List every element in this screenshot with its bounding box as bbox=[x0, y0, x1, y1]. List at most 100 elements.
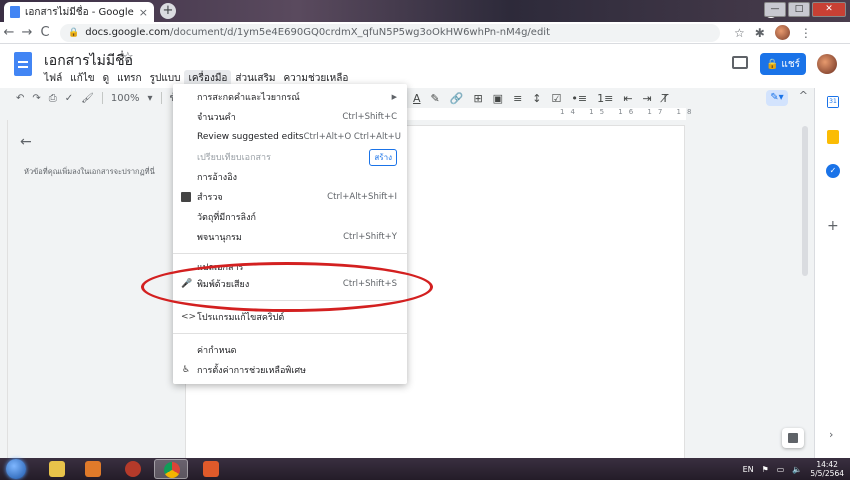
language-indicator[interactable]: EN bbox=[743, 465, 754, 474]
menu-item-dictionary[interactable]: พจนานุกรม Ctrl+Shift+Y bbox=[173, 227, 407, 247]
increase-indent-icon[interactable]: ⇥ bbox=[643, 92, 652, 105]
link-icon[interactable]: 🔗 bbox=[450, 92, 464, 105]
print-icon[interactable]: ⎙ bbox=[49, 93, 57, 104]
extensions-icon[interactable]: ✱ bbox=[755, 26, 765, 40]
vertical-ruler[interactable] bbox=[0, 120, 8, 458]
profile-avatar[interactable] bbox=[774, 25, 790, 40]
chevron-down-icon[interactable]: ▾ bbox=[147, 93, 152, 104]
menu-item-accessibility[interactable]: ♿ การตั้งค่าการช่วยเหลือพิเศษ bbox=[173, 360, 407, 380]
toolbar-divider bbox=[160, 92, 162, 104]
menu-item-label: แปลเอกสาร bbox=[197, 263, 244, 273]
outline-back-arrow-icon[interactable]: ← bbox=[20, 134, 32, 150]
star-icon[interactable]: ☆ bbox=[122, 50, 134, 65]
tab-close-icon[interactable]: × bbox=[139, 6, 148, 19]
menu-item-label: โปรแกรมแก้ไขสคริปต์ bbox=[197, 313, 285, 323]
menu-item-label: การอ้างอิง bbox=[197, 173, 237, 183]
menu-item-citations[interactable]: การอ้างอิง bbox=[173, 167, 407, 187]
insert-image-icon[interactable]: ▣ bbox=[493, 92, 503, 105]
keep-icon[interactable] bbox=[827, 130, 839, 144]
comment-history-icon[interactable] bbox=[732, 56, 748, 69]
bookmark-star-icon[interactable]: ☆ bbox=[734, 26, 745, 40]
menu-item-shortcut: Ctrl+Shift+Y bbox=[343, 232, 397, 242]
menu-item-word-count[interactable]: จำนวนคำ Ctrl+Shift+C bbox=[173, 107, 407, 127]
menu-divider bbox=[173, 333, 407, 334]
text-color-icon[interactable]: A bbox=[413, 92, 421, 105]
bullet-list-icon[interactable]: •≡ bbox=[571, 92, 587, 105]
highlight-icon[interactable]: ✎ bbox=[431, 92, 440, 105]
start-button[interactable] bbox=[6, 459, 26, 479]
menu-file[interactable]: ไฟล์ bbox=[40, 70, 66, 87]
decrease-indent-icon[interactable]: ⇤ bbox=[623, 92, 632, 105]
menu-divider bbox=[173, 253, 407, 254]
menu-item-script-editor[interactable]: <> โปรแกรมแก้ไขสคริปต์ bbox=[173, 307, 407, 327]
paint-format-icon[interactable]: 🖌 bbox=[81, 93, 94, 104]
tab-title: เอกสารไม่มีชื่อ - Google เอกสาร bbox=[25, 6, 135, 18]
document-scrollbar[interactable] bbox=[800, 126, 810, 276]
menu-view[interactable]: ดู bbox=[99, 70, 114, 87]
back-button[interactable]: ← bbox=[0, 25, 18, 40]
volume-icon[interactable]: 🔈 bbox=[792, 465, 802, 474]
account-avatar[interactable] bbox=[817, 54, 837, 74]
flag-icon[interactable]: ⚑ bbox=[762, 465, 769, 474]
browser-tab[interactable]: เอกสารไม่มีชื่อ - Google เอกสาร × bbox=[4, 2, 154, 22]
add-addon-icon[interactable]: + bbox=[827, 218, 839, 234]
taskbar-media-player[interactable] bbox=[76, 459, 110, 479]
window-maximize-button[interactable]: □ bbox=[788, 2, 810, 17]
menu-item-explore[interactable]: สำรวจ Ctrl+Alt+Shift+I bbox=[173, 187, 407, 207]
editing-mode-button[interactable]: ✎▾ bbox=[766, 90, 788, 106]
forward-button[interactable]: → bbox=[18, 25, 36, 40]
menu-item-shortcut: Ctrl+Shift+C bbox=[342, 112, 397, 122]
align-icon[interactable]: ≡ bbox=[513, 92, 522, 105]
menu-divider bbox=[173, 300, 407, 301]
menu-insert[interactable]: แทรก bbox=[113, 70, 145, 87]
toolbar-divider bbox=[101, 92, 103, 104]
add-comment-icon[interactable]: ⊞ bbox=[473, 92, 482, 105]
collapse-menu-icon[interactable]: ^ bbox=[799, 89, 808, 102]
undo-icon[interactable]: ↶ bbox=[16, 93, 24, 104]
taskbar-powerpoint[interactable] bbox=[194, 459, 228, 479]
submenu-arrow-icon: ▶ bbox=[391, 93, 397, 101]
checklist-icon[interactable]: ☑ bbox=[552, 92, 562, 105]
menu-edit[interactable]: แก้ไข bbox=[66, 70, 98, 87]
menu-item-linked-objects[interactable]: วัตถุที่มีการลิงก์ bbox=[173, 207, 407, 227]
calendar-icon[interactable] bbox=[827, 96, 839, 108]
spellcheck-icon[interactable]: ✓ bbox=[65, 93, 73, 104]
window-close-button[interactable]: ✕ bbox=[812, 2, 846, 17]
clock[interactable]: 14:42 5/5/2564 bbox=[810, 460, 844, 478]
redo-icon[interactable]: ↷ bbox=[32, 93, 40, 104]
menu-item-voice-typing[interactable]: 🎤 พิมพ์ด้วยเสียง Ctrl+Shift+S bbox=[173, 274, 407, 294]
menu-item-spelling[interactable]: การสะกดคำและไวยากรณ์ ▶ bbox=[173, 87, 407, 107]
share-button[interactable]: 🔒 แชร์ bbox=[760, 53, 806, 75]
browser-menu-icon[interactable]: ⋮ bbox=[800, 26, 812, 40]
taskbar-app[interactable] bbox=[116, 459, 150, 479]
clock-date: 5/5/2564 bbox=[810, 469, 844, 478]
folder-icon bbox=[49, 461, 65, 477]
line-spacing-icon[interactable]: ↕ bbox=[532, 92, 541, 105]
window-controls: — □ ✕ bbox=[764, 2, 846, 17]
taskbar-explorer[interactable] bbox=[40, 459, 74, 479]
menu-item-preferences[interactable]: ค่ากำหนด bbox=[173, 340, 407, 360]
menu-item-translate[interactable]: แปลเอกสาร bbox=[173, 260, 407, 274]
menu-item-label: วัตถุที่มีการลิงก์ bbox=[197, 213, 256, 223]
document-title[interactable]: เอกสารไม่มีชื่อ bbox=[44, 50, 133, 72]
zoom-select[interactable]: 100% bbox=[111, 93, 140, 104]
outline-hint: หัวข้อที่คุณเพิ่มลงในเอกสารจะปรากฏที่นี่ bbox=[24, 167, 155, 176]
browser-toolbar: ← → C 🔒 docs.google.com/document/d/1ym5e… bbox=[0, 22, 850, 44]
new-tab-button[interactable]: + bbox=[160, 3, 176, 19]
menu-item-shortcut: Ctrl+Alt+Shift+I bbox=[327, 192, 397, 202]
menu-item-label: การตั้งค่าการช่วยเหลือพิเศษ bbox=[197, 366, 307, 376]
network-icon[interactable]: ▭ bbox=[777, 465, 785, 474]
tasks-icon[interactable]: ✓ bbox=[826, 164, 840, 178]
numbered-list-icon[interactable]: 1≡ bbox=[597, 92, 613, 105]
reload-button[interactable]: C bbox=[36, 25, 54, 40]
expand-panel-icon[interactable]: › bbox=[829, 428, 833, 441]
clear-format-icon[interactable]: T̸ bbox=[662, 92, 669, 105]
taskbar-chrome[interactable] bbox=[154, 459, 188, 479]
docs-favicon-icon bbox=[10, 6, 20, 18]
editing-toolbar: ↶ ↷ ⎙ ✓ 🖌 100% ▾ ข้อ A ✎ 🔗 ⊞ ▣ ≡ ↕ ☑ •≡ … bbox=[8, 88, 814, 108]
window-minimize-button[interactable]: — bbox=[764, 2, 786, 17]
explore-button[interactable] bbox=[782, 428, 804, 448]
docs-logo-icon[interactable] bbox=[14, 52, 32, 76]
address-bar[interactable]: 🔒 docs.google.com/document/d/1ym5e4E690G… bbox=[60, 23, 720, 42]
menu-item-review-edits[interactable]: Review suggested edits Ctrl+Alt+O Ctrl+A… bbox=[173, 127, 407, 147]
